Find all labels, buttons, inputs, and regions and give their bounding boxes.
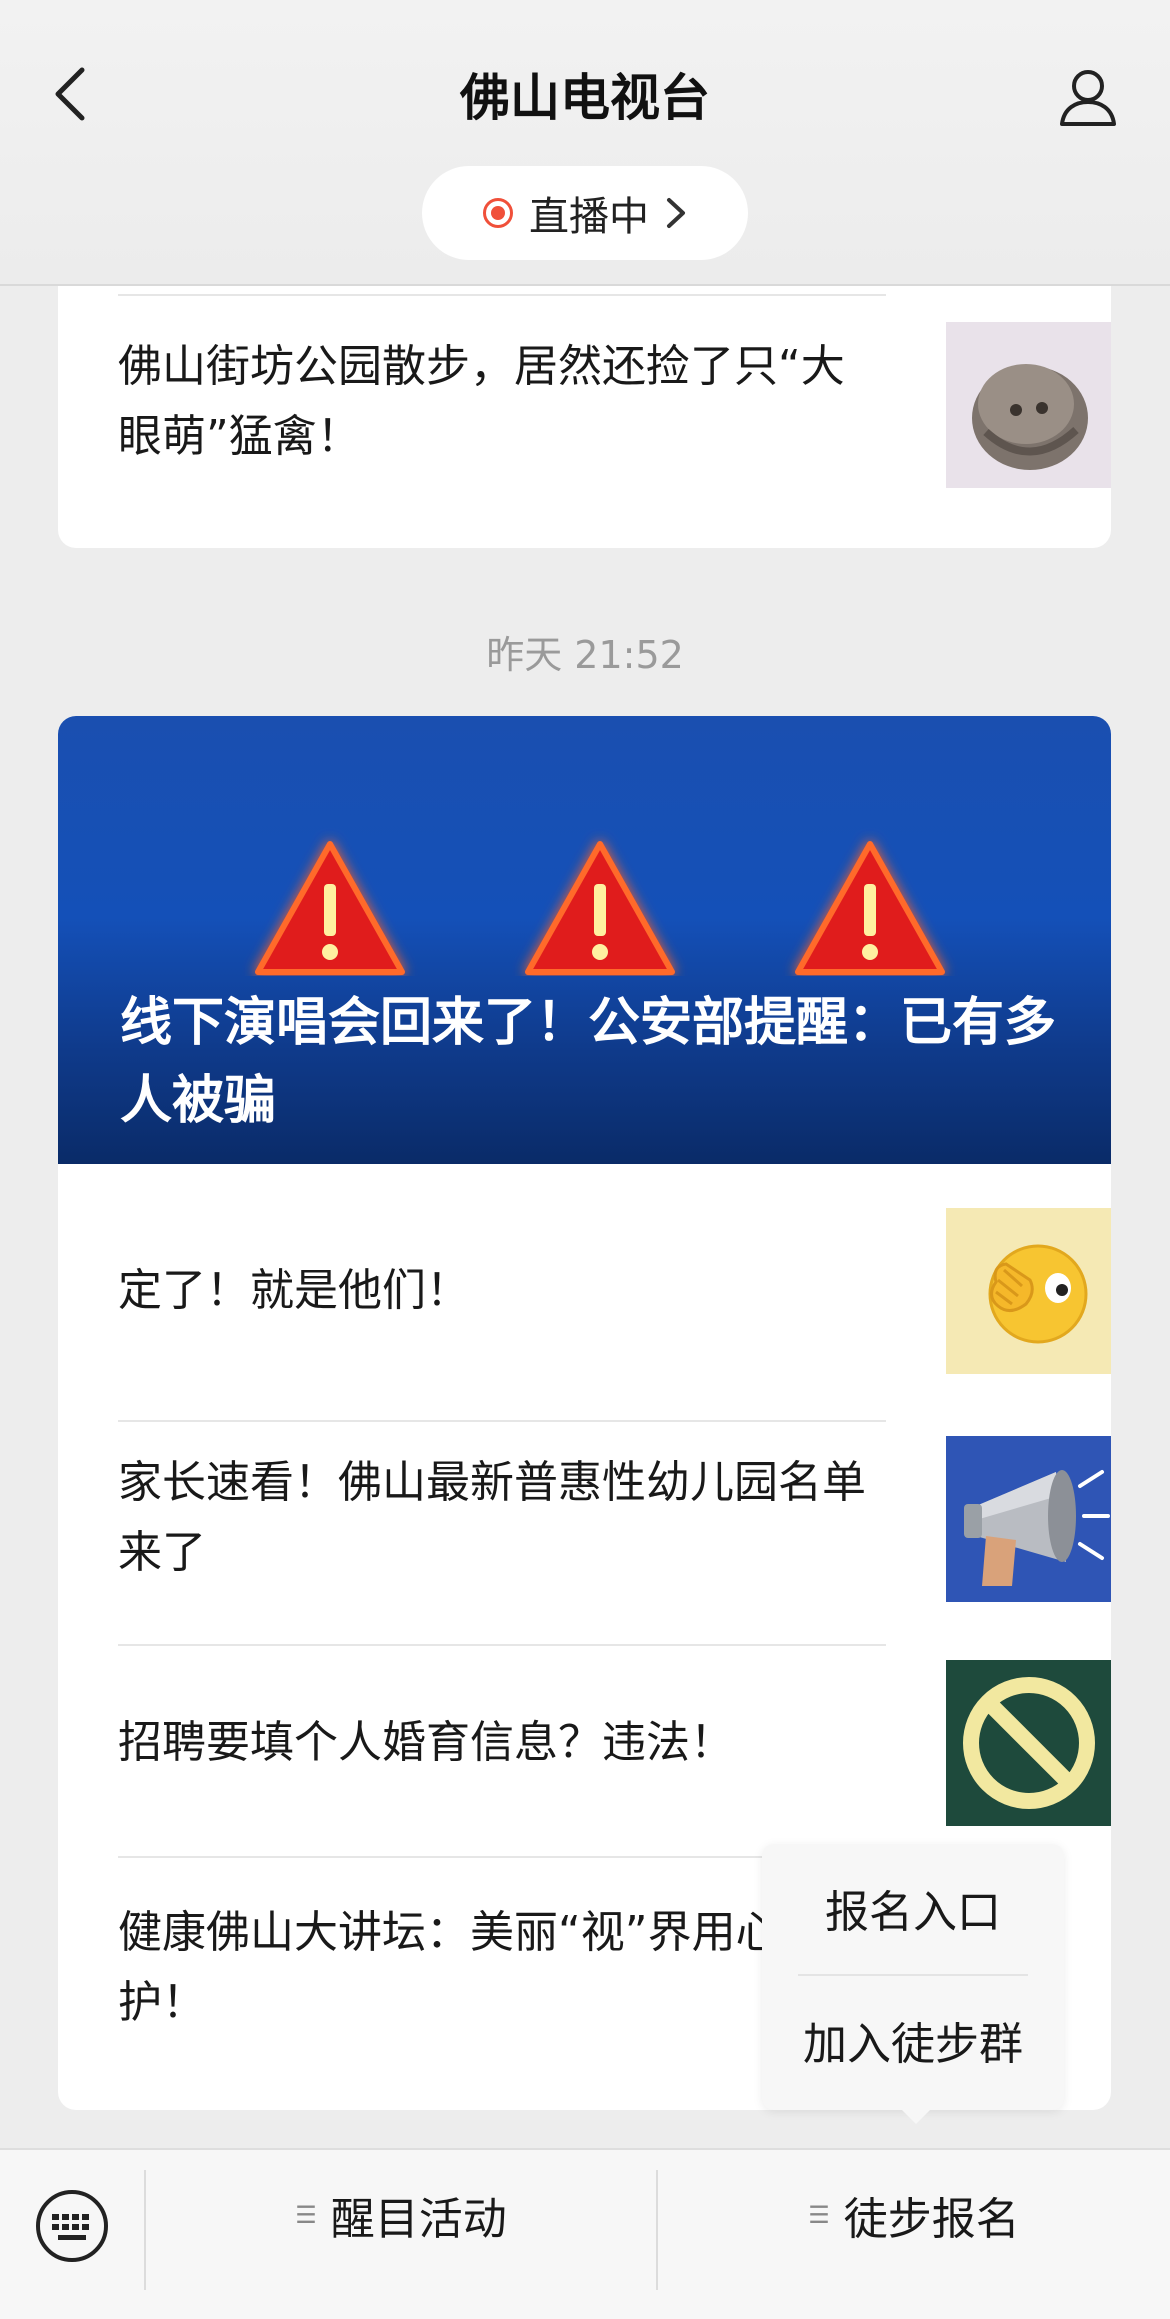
live-dot-icon — [483, 198, 513, 228]
menu-button-featured-activities[interactable]: ☰ 醒目活动 — [146, 2150, 656, 2280]
menu-label: 徒步报名 — [843, 2194, 1020, 2245]
megaphone-thumbnail — [946, 1436, 1111, 1602]
warning-icon — [795, 841, 945, 975]
divider — [118, 294, 886, 296]
divider — [118, 1644, 886, 1646]
warning-icon — [255, 841, 405, 975]
cover-article[interactable]: 线下演唱会回来了！公安部提醒：已有多人被骗 — [58, 716, 1111, 1164]
article-title: 招聘要填个人婚育信息？违法！ — [118, 1717, 734, 1768]
submenu-popup: 报名入口 加入徒步群 — [762, 1844, 1064, 2124]
article-card: 佛山街坊公园散步，居然还捡了只“大眼萌”猛禽！ — [58, 270, 1111, 548]
user-icon — [1060, 70, 1116, 126]
profile-button[interactable] — [1050, 58, 1126, 134]
article-title: 佛山街坊公园散步，居然还捡了只“大眼萌”猛禽！ — [118, 341, 845, 462]
chevron-right-icon — [667, 198, 685, 228]
menu-lines-icon: ☰ — [295, 2201, 317, 2229]
warning-icons — [255, 841, 945, 975]
cover-title: 线下演唱会回来了！公安部提醒：已有多人被骗 — [120, 993, 1057, 1131]
menu-lines-icon: ☰ — [808, 2201, 830, 2229]
owl-chick-thumbnail — [946, 322, 1111, 488]
article-title: 家长速看！佛山最新普惠性幼儿园名单来了 — [118, 1457, 866, 1578]
live-label: 直播中 — [529, 194, 649, 240]
list-item[interactable]: 家长速看！佛山最新普惠性幼儿园名单来了 — [118, 1436, 1111, 1602]
list-item[interactable]: 佛山街坊公园散步，居然还捡了只“大眼萌”猛禽！ — [118, 322, 1111, 488]
signup-entry-menu-item[interactable]: 报名入口 — [762, 1844, 1064, 1972]
warning-icon — [525, 841, 675, 975]
divider — [118, 1420, 886, 1422]
list-item[interactable]: 定了！就是他们！ — [118, 1208, 1111, 1374]
keyboard-icon — [36, 2190, 108, 2262]
join-hiking-group-menu-item[interactable]: 加入徒步群 — [762, 1976, 1064, 2104]
message-timestamp: 昨天 21:52 — [486, 633, 684, 677]
prohibited-thumbnail — [946, 1660, 1111, 1826]
menu-label: 醒目活动 — [330, 2194, 507, 2245]
menu-button-hiking-signup[interactable]: ☰ 徒步报名 — [658, 2150, 1170, 2280]
keyboard-toggle-button[interactable] — [34, 2188, 110, 2264]
page-title: 佛山电视台 — [460, 69, 710, 127]
live-status-button[interactable]: 直播中 — [422, 166, 748, 260]
list-item[interactable]: 招聘要填个人婚育信息？违法！ — [118, 1660, 1111, 1826]
article-title: 定了！就是他们！ — [118, 1265, 470, 1316]
top-nav-bar: 佛山电视台 直播中 — [0, 0, 1170, 286]
face-palm-emoji-thumbnail — [946, 1208, 1111, 1374]
bottom-menu-bar: ☰ 醒目活动 ☰ 徒步报名 — [0, 2148, 1170, 2319]
